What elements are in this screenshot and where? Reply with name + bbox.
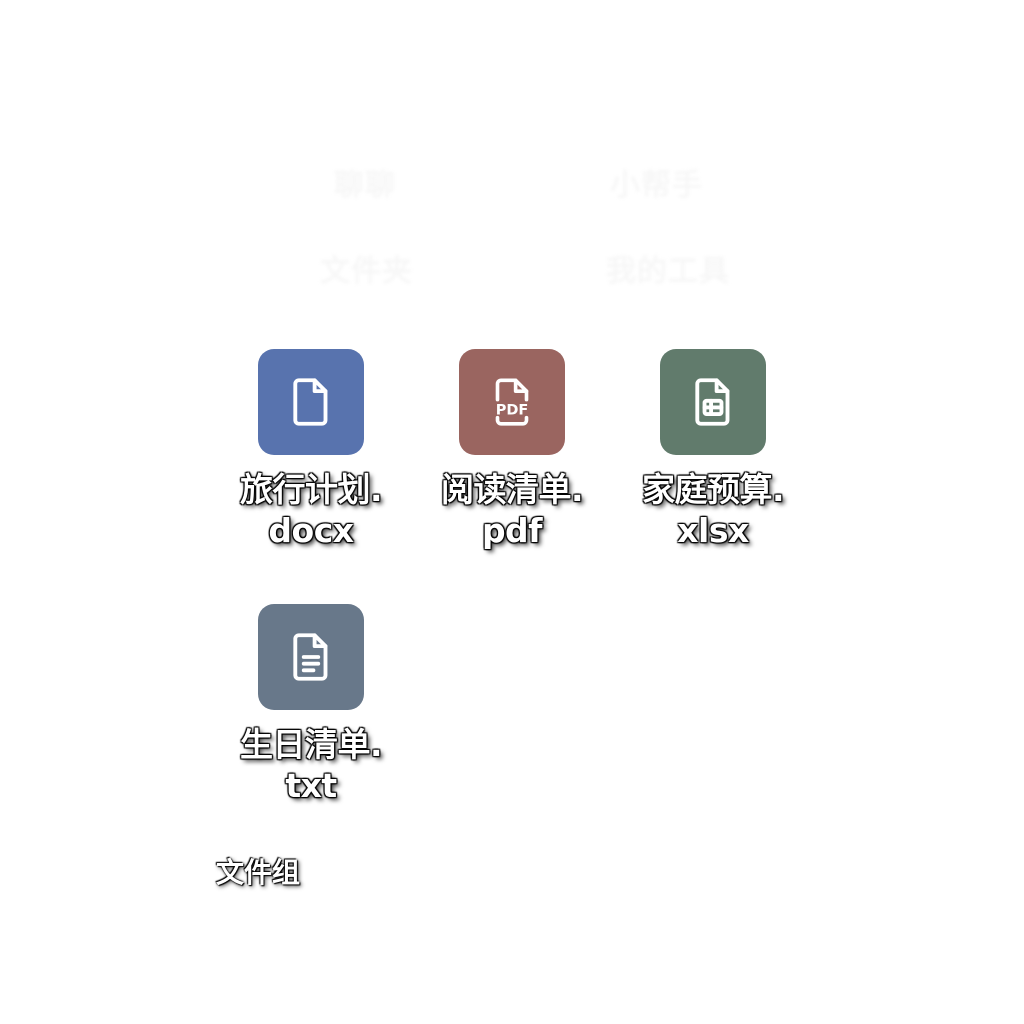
ghost-text-3: 文件夹: [320, 254, 413, 289]
file-label: 旅行计划.docx: [239, 470, 383, 550]
text-file-icon: [258, 604, 364, 710]
spreadsheet-icon: [660, 349, 766, 455]
file-item-birthday-list[interactable]: 生日清单.txt: [211, 604, 411, 806]
file-item-travel-plan[interactable]: 旅行计划.docx: [211, 349, 411, 551]
file-label: 生日清单.txt: [239, 725, 383, 805]
ghost-text-1: 聊聊: [334, 168, 396, 203]
ghost-text-2: 小帮手: [610, 168, 703, 203]
group-label: 文件组: [216, 856, 301, 889]
file-label: 阅读清单.pdf: [440, 470, 584, 550]
document-icon: [258, 349, 364, 455]
file-label: 家庭预算.xlsx: [641, 470, 785, 550]
ghost-text-4: 我的工具: [606, 254, 730, 289]
pdf-icon: PDF: [459, 349, 565, 455]
file-item-reading-list[interactable]: PDF 阅读清单.pdf: [412, 349, 612, 551]
svg-text:PDF: PDF: [496, 403, 529, 419]
file-item-family-budget[interactable]: 家庭预算.xlsx: [613, 349, 813, 551]
